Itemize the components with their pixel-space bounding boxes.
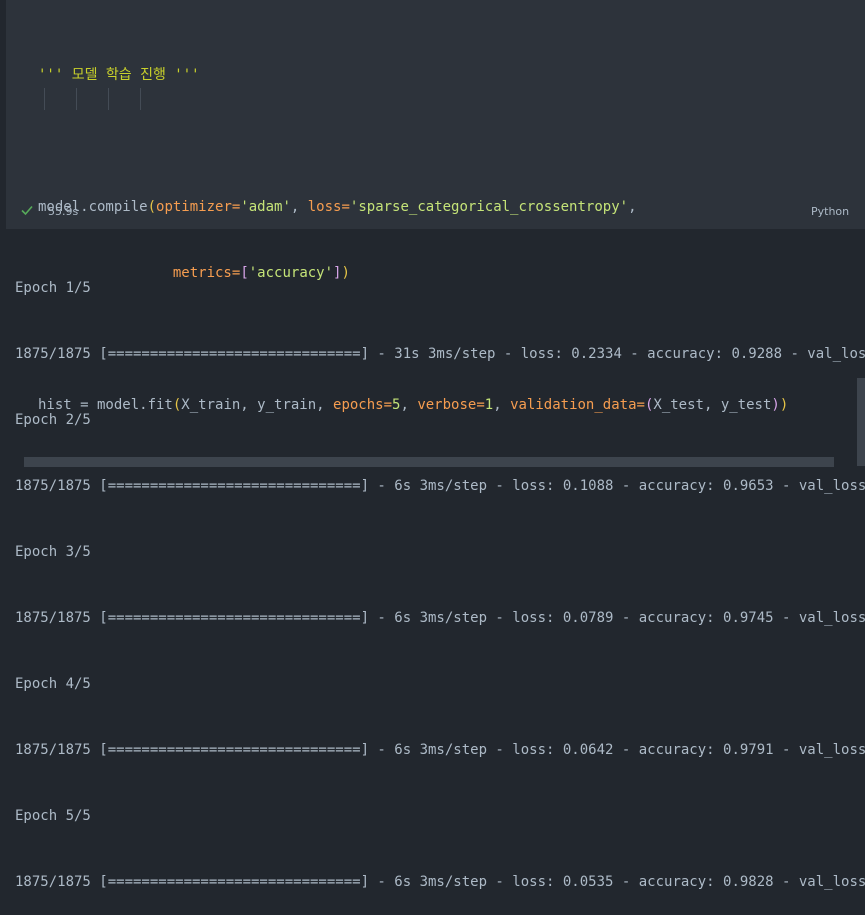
code-comment: ''' 모델 학습 진행 ''' [38, 67, 200, 83]
check-icon [21, 205, 33, 216]
optimizer-val: 'adam' [240, 199, 291, 215]
output-line: 1875/1875 [=============================… [15, 346, 865, 362]
output-line: 1875/1875 [=============================… [15, 610, 865, 626]
output-line: Epoch 3/5 [15, 544, 91, 560]
vertical-scrollbar[interactable] [857, 378, 865, 466]
horizontal-scrollbar[interactable] [24, 457, 834, 467]
cell-output: Epoch 1/5 1875/1875 [===================… [15, 233, 865, 915]
output-line: 1875/1875 [=============================… [15, 874, 865, 890]
output-line: 1875/1875 [=============================… [15, 478, 865, 494]
loss-val: 'sparse_categorical_crossentropy' [349, 199, 629, 215]
optimizer-kw: optimizer [156, 199, 232, 215]
language-label[interactable]: Python [811, 205, 849, 218]
output-line: Epoch 5/5 [15, 808, 91, 824]
output-line: Epoch 4/5 [15, 676, 91, 692]
output-line: 1875/1875 [=============================… [15, 742, 865, 758]
loss-kw: loss [307, 199, 342, 215]
execution-time: 55.9s [48, 205, 79, 218]
output-line: Epoch 1/5 [15, 280, 91, 296]
output-line: Epoch 2/5 [15, 412, 91, 428]
